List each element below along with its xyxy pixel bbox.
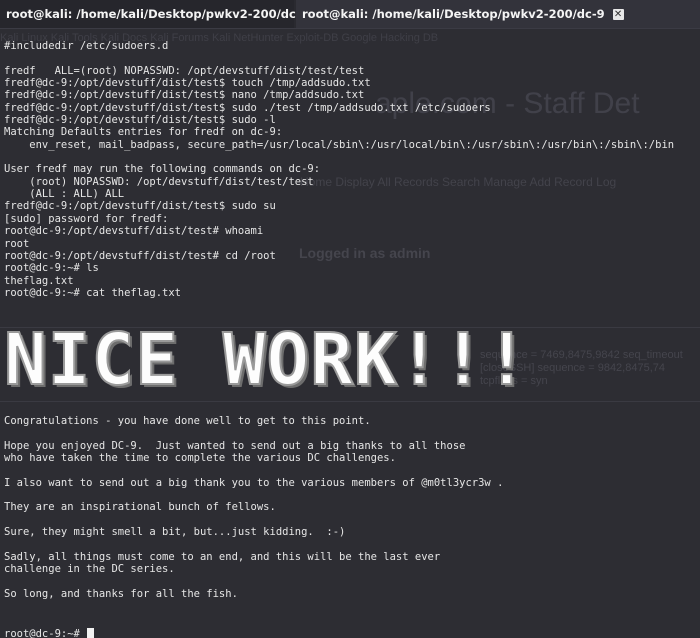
terminal-line: #includedir /etc/sudoers.d [4,40,169,52]
tab-bar: root@kali: /home/kali/Desktop/pwkv2-200/… [0,0,700,29]
terminal-line: root@dc-9:/opt/devstuff/dist/test# whoam… [4,225,264,238]
terminal-line: root@dc-9:~# ls [4,262,99,275]
terminal-line: fredf@dc-9:/opt/devstuff/dist/test$ sudo… [4,114,276,127]
terminal-line: Congratulations - you have done well to … [4,415,371,427]
terminal-window[interactable]: Kali Linux Kali Tools Kali Docs Kali For… [0,29,700,638]
terminal-line: Hope you enjoyed DC-9. Just wanted to se… [4,439,466,452]
terminal-line: env_reset, mail_badpass, secure_path=/us… [4,138,675,151]
terminal-line: So long, and thanks for all the fish. [4,587,238,600]
flag-content: Congratulations - you have done well to … [4,415,503,600]
terminal-line: fredf@dc-9:/opt/devstuff/dist/test$ sudo… [4,101,491,114]
terminal-line: challenge in the DC series. [4,563,175,576]
terminal-line: Matching Defaults entries for fredf on d… [4,126,283,139]
terminal-line: fredf@dc-9:/opt/devstuff/dist/test$ nano… [4,89,365,102]
banner-text: NICE WORK!!! [4,326,529,394]
tab-title: root@kali: /home/kali/Desktop/pwkv2-200/… [6,7,309,21]
tab-title: root@kali: /home/kali/Desktop/pwkv2-200/… [302,7,605,21]
terminal-line: fredf@dc-9:/opt/devstuff/dist/test$ sudo… [4,200,276,213]
ghost-divider [0,401,700,402]
terminal-line: fredf@dc-9:/opt/devstuff/dist/test$ touc… [4,77,371,90]
close-icon[interactable]: ✕ [612,8,624,20]
terminal-line: root@dc-9:/opt/devstuff/dist/test# cd /r… [4,249,276,262]
terminal-line: root@dc-9:~# cat theflag.txt [4,286,182,299]
terminal-line: theflag.txt [4,274,74,287]
terminal-line: Sure, they might smell a bit, but...just… [4,526,346,539]
terminal-line: (ALL : ALL) ALL [4,188,125,201]
terminal-line: They are an inspirational bunch of fello… [4,501,276,514]
tab-terminal-2[interactable]: root@kali: /home/kali/Desktop/pwkv2-200/… [296,0,700,28]
terminal-line: User fredf may run the following command… [4,163,321,176]
terminal-line: who have taken the time to complete the … [4,452,396,465]
terminal-line: [sudo] password for fredf: [4,212,169,225]
terminal-line: fredf ALL=(root) NOPASSWD: /opt/devstuff… [4,64,365,77]
shell-prompt: root@dc-9:~# [4,627,87,638]
ascii-banner: NICE WORK!!! [4,326,529,394]
terminal-line: I also want to send out a big thank you … [4,476,504,489]
text-cursor [87,627,95,638]
terminal-output: #includedir /etc/sudoers.d fredf ALL=(roo… [4,40,674,299]
tab-terminal-1[interactable]: root@kali: /home/kali/Desktop/pwkv2-200/… [0,0,325,28]
terminal-line: (root) NOPASSWD: /opt/devstuff/dist/test… [4,175,314,188]
prompt-line[interactable]: root@dc-9:~# [4,627,95,638]
terminal-line: root [4,237,30,250]
terminal-line: Sadly, all things must come to an end, a… [4,550,441,563]
